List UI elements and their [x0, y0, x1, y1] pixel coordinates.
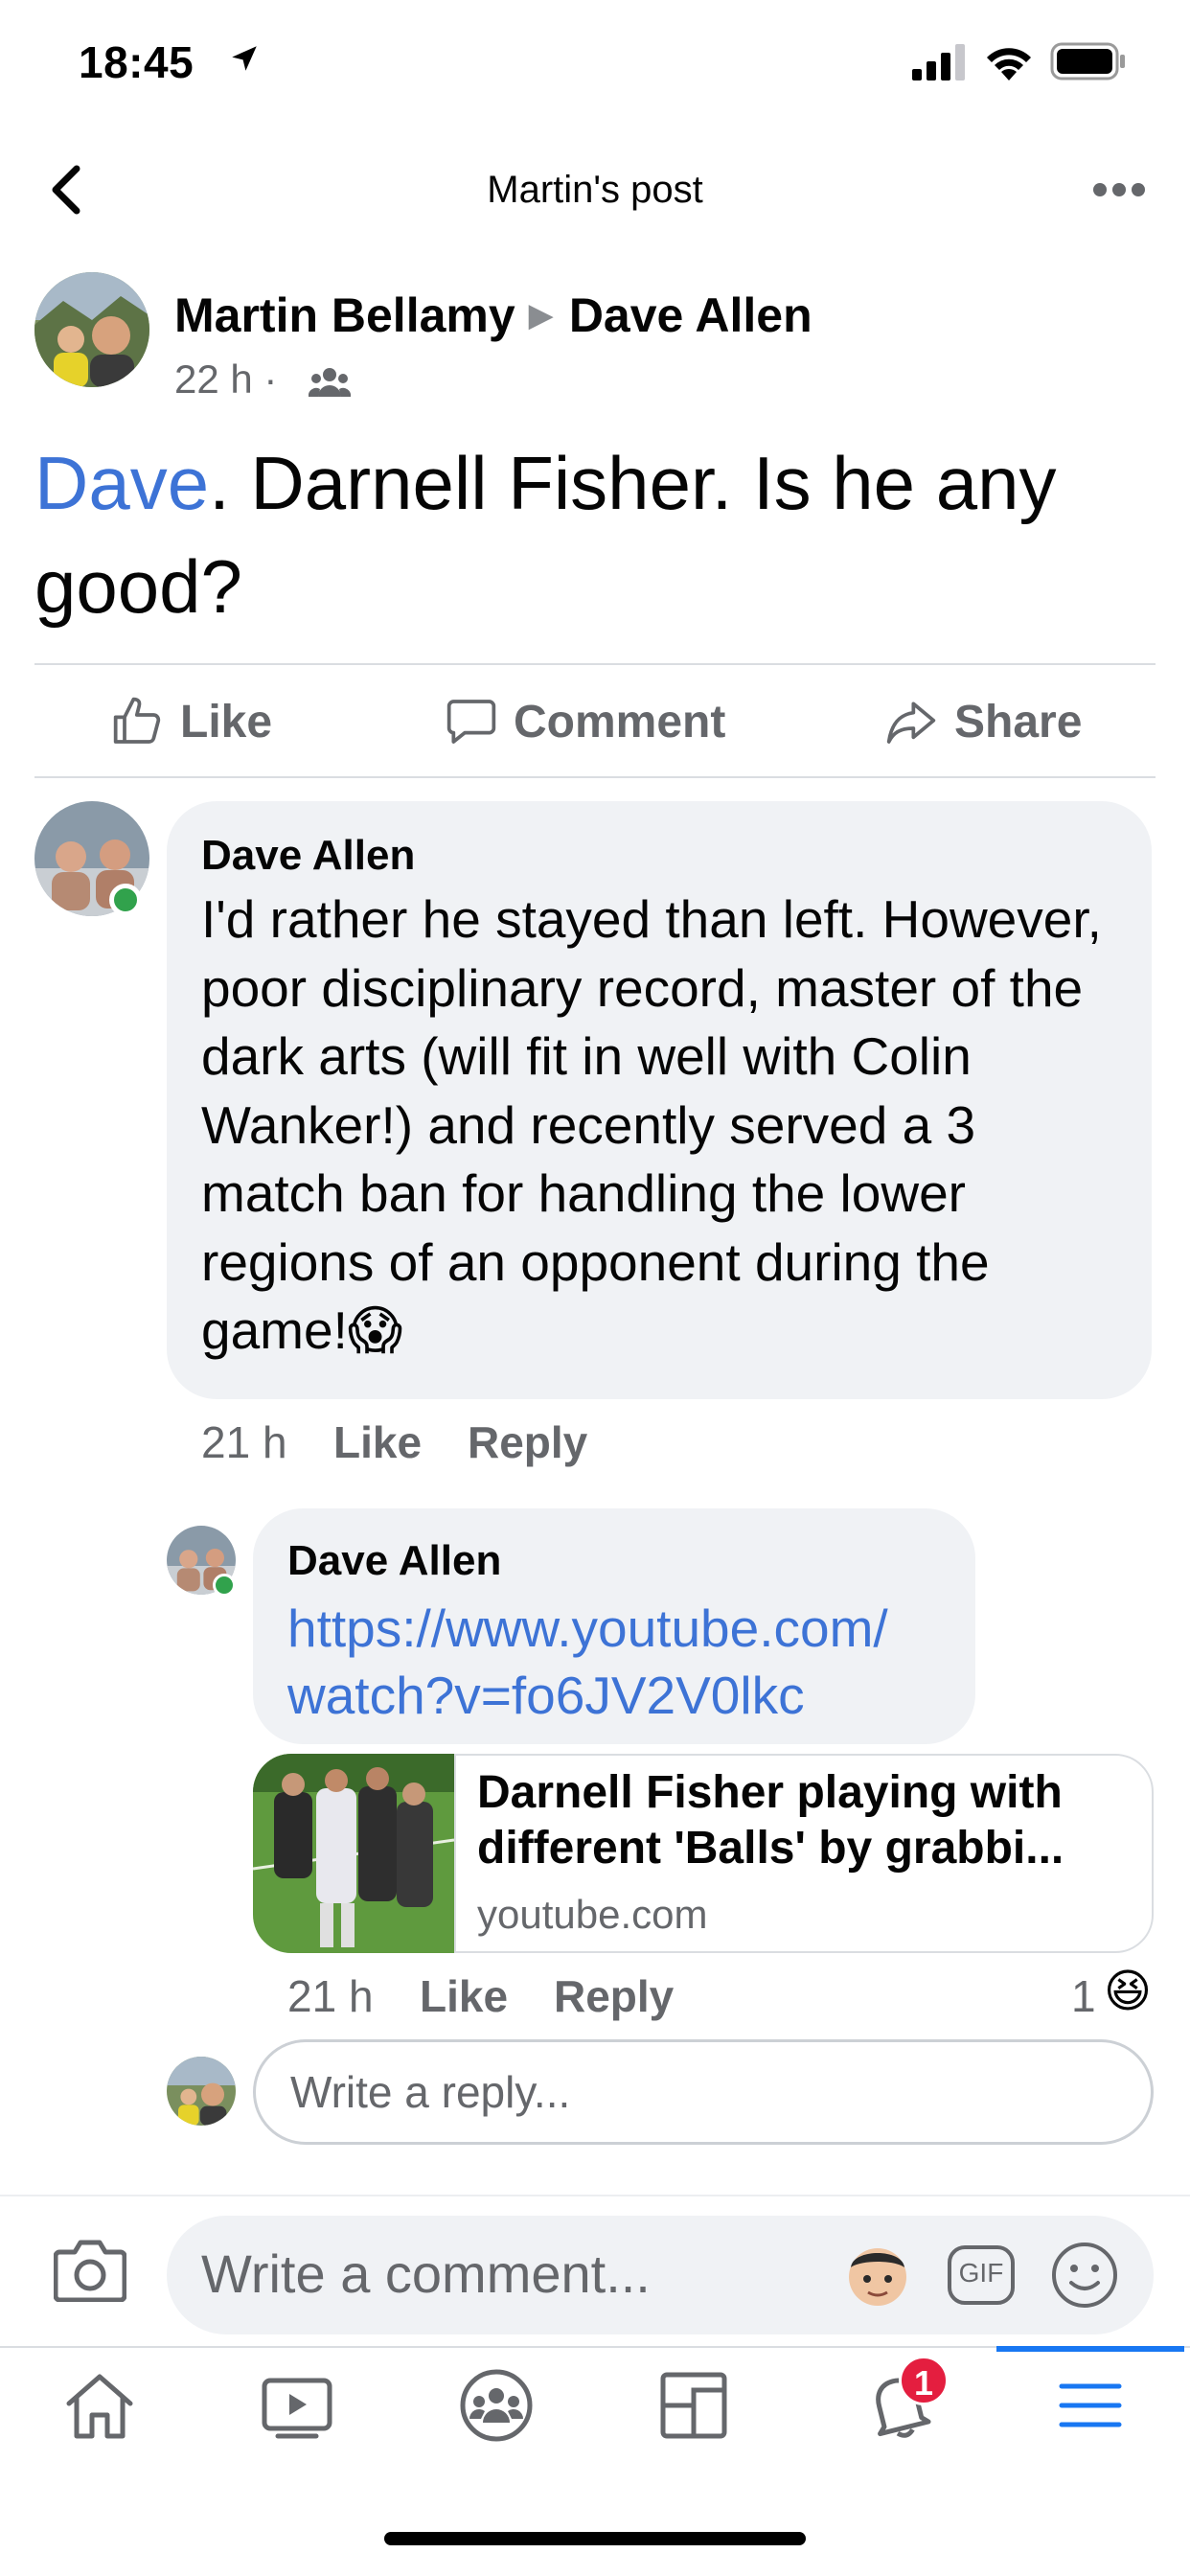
- comment-label: Comment: [514, 696, 726, 748]
- comment-like-label: Like: [333, 1417, 423, 1467]
- avatar-photo: [167, 2057, 236, 2126]
- link-preview-thumbnail[interactable]: [253, 1754, 454, 1953]
- triangle-right-icon: ▶: [528, 297, 554, 334]
- like-label: Like: [180, 696, 273, 748]
- groups-icon: [460, 2369, 533, 2442]
- tab-menu[interactable]: [1052, 2367, 1129, 2444]
- online-status-indicator: [213, 1574, 236, 1597]
- active-tab-indicator: [996, 2346, 1184, 2352]
- notifications-badge: 1: [899, 2356, 949, 2405]
- divider: [34, 663, 1156, 665]
- avatar-photo: [34, 272, 149, 387]
- wifi-icon: [983, 40, 1035, 80]
- scream-emoji: 😱: [347, 1300, 403, 1360]
- tab-watch[interactable]: [259, 2367, 335, 2444]
- home-icon: [66, 2374, 133, 2439]
- comment-meta: 21 h: [201, 1416, 287, 1468]
- author-avatar[interactable]: [34, 272, 149, 387]
- post-tagged-user[interactable]: Dave: [34, 441, 209, 525]
- comment-input-placeholder[interactable]: Write a comment...: [201, 2242, 651, 2305]
- video-icon: [262, 2378, 332, 2439]
- status-time: 18:45: [79, 37, 195, 87]
- reply-like-button[interactable]: Like: [420, 1970, 508, 2022]
- cellular-signal-icon: [912, 44, 968, 80]
- home-indicator[interactable]: [384, 2532, 806, 2545]
- like-button[interactable]: Like: [111, 688, 272, 755]
- gif-button[interactable]: GIF: [947, 2244, 1016, 2306]
- avatar-sticker-icon: [849, 2248, 906, 2306]
- post-author-name[interactable]: Martin Bellamy: [174, 288, 515, 342]
- reply-link-line: watch?v=fo6JV2V0lkc: [287, 1666, 805, 1725]
- divider: [0, 2195, 1190, 2196]
- page-title: Martin's post: [487, 169, 703, 211]
- comment-body: I'd rather he stayed than left. However,…: [201, 889, 1102, 1360]
- post-timestamp[interactable]: 22 h: [174, 356, 253, 402]
- reply-reply-label: Reply: [554, 1971, 675, 2021]
- reaction-count[interactable]: 1: [1071, 1970, 1096, 2022]
- battery-icon: [1050, 42, 1127, 80]
- pages-icon: [660, 2372, 727, 2439]
- current-user-avatar: [167, 2057, 236, 2126]
- thumbs-up-icon: [113, 697, 161, 744]
- meta-separator: ·: [263, 356, 278, 402]
- share-label: Share: [954, 696, 1083, 748]
- post-meta: 22 h ·: [174, 356, 277, 402]
- reply-link-line: https://www.youtube.com/: [287, 1598, 888, 1658]
- reply-timestamp[interactable]: 21 h: [287, 1970, 374, 2022]
- reply-like-label: Like: [420, 1971, 509, 2021]
- laughing-reaction-icon: 😆: [1104, 1966, 1153, 2017]
- link-preview-domain: youtube.com: [477, 1892, 708, 1937]
- reply-author[interactable]: Dave Allen: [287, 1537, 501, 1585]
- online-status-indicator: [109, 884, 142, 916]
- comment-timestamp[interactable]: 21 h: [201, 1417, 287, 1467]
- football-thumbnail-image: [253, 1754, 454, 1953]
- hamburger-menu-icon: [1059, 2383, 1122, 2427]
- camera-icon: [54, 2240, 126, 2302]
- comment-bubble-icon: [446, 700, 496, 744]
- comment-text: I'd rather he stayed than left. However,…: [201, 886, 1131, 1366]
- comment-reply-label: Reply: [468, 1417, 588, 1467]
- comment-author[interactable]: Dave Allen: [201, 832, 415, 880]
- location-arrow-icon: [228, 42, 261, 75]
- share-button[interactable]: Share: [883, 688, 1082, 755]
- friends-audience-icon: [309, 366, 351, 399]
- tab-home[interactable]: [61, 2367, 138, 2444]
- post-target-name[interactable]: Dave Allen: [569, 288, 812, 342]
- gif-label: GIF: [958, 2258, 1004, 2288]
- post-author-line: Martin Bellamy ▶ Dave Allen: [174, 288, 812, 343]
- reply-link[interactable]: https://www.youtube.com/ watch?v=fo6JV2V…: [287, 1595, 888, 1729]
- smiley-icon: [1052, 2242, 1117, 2308]
- more-horizontal-icon: [1093, 183, 1145, 196]
- comment-like-button[interactable]: Like: [333, 1416, 422, 1468]
- post-text: Dave. Darnell Fisher. Is he any good?: [34, 431, 1156, 638]
- comment-button[interactable]: Comment: [445, 688, 725, 755]
- reply-input[interactable]: Write a reply...: [253, 2039, 1154, 2145]
- reply-input-placeholder: Write a reply...: [290, 2067, 571, 2117]
- more-options-button[interactable]: [1092, 172, 1152, 207]
- avatar-sticker-button[interactable]: [843, 2239, 912, 2312]
- link-preview-title: Darnell Fisher playing with different 'B…: [477, 1767, 1064, 1874]
- divider: [34, 776, 1156, 778]
- share-arrow-icon: [886, 702, 936, 744]
- tab-pages[interactable]: [655, 2367, 732, 2444]
- tab-groups[interactable]: [458, 2367, 535, 2444]
- emoji-button[interactable]: [1050, 2241, 1119, 2310]
- reply-reply-button[interactable]: Reply: [554, 1970, 674, 2022]
- comment-reply-button[interactable]: Reply: [468, 1416, 587, 1468]
- camera-button[interactable]: [54, 2237, 126, 2302]
